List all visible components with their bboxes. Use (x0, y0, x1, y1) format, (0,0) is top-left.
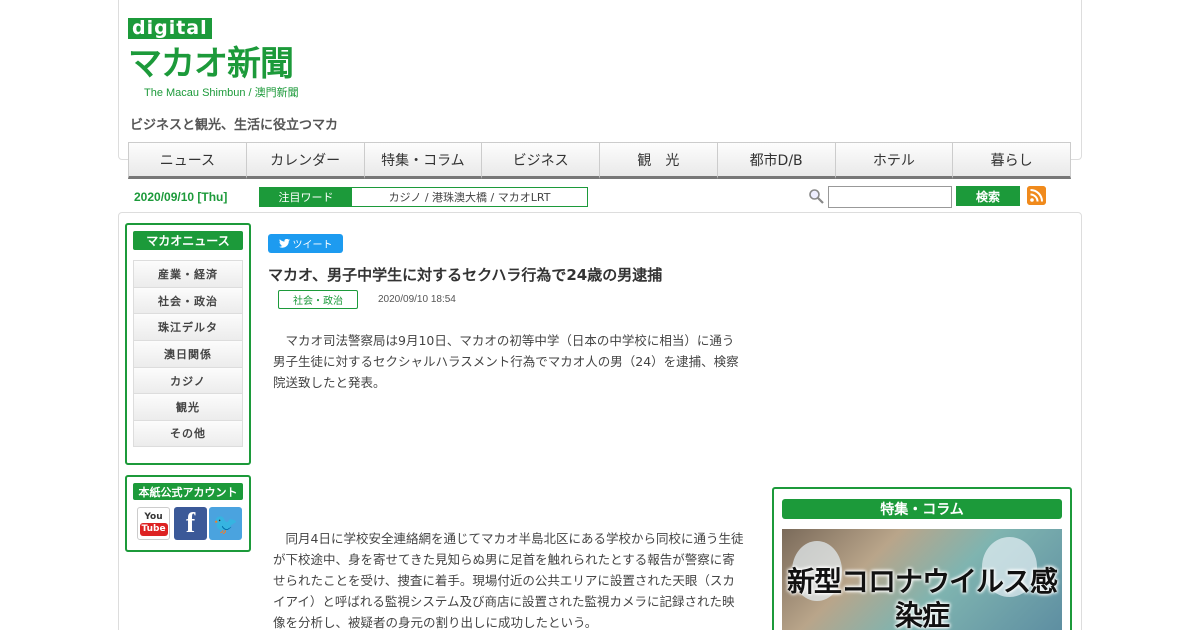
keyword-label: 注目ワード (260, 188, 352, 206)
sidebar-item-other[interactable]: その他 (133, 420, 243, 447)
sidebar-item-casino[interactable]: カジノ (133, 366, 243, 394)
tweet-button[interactable]: ツイート (268, 234, 343, 253)
nav-item-hotel[interactable]: ホテル (834, 142, 953, 179)
macau-news-list: 産業・経済 社会・政治 珠江デルタ 澳日関係 カジノ 観光 その他 (133, 260, 243, 447)
nav-item-living[interactable]: 暮らし (952, 142, 1071, 179)
rss-icon[interactable] (1027, 186, 1046, 205)
article-title: マカオ、男子中学生に対するセクハラ行為で24歳の男逮捕 (268, 266, 663, 284)
macau-news-heading: マカオニュース (133, 231, 243, 250)
nav-item-business[interactable]: ビジネス (481, 142, 599, 179)
logo-title: マカオ新聞 (128, 42, 330, 86)
article-paragraph-2: 同月4日に学校安全連絡網を通じてマカオ半島北区にある学校から同校に通う生徒が下校… (273, 531, 744, 630)
keyword-bar: 注目ワード カジノ / 港珠澳大橋 / マカオLRT (259, 187, 588, 207)
nav-item-news[interactable]: ニュース (128, 142, 246, 179)
nav-item-city-db[interactable]: 都市D/B (716, 142, 835, 179)
official-accounts-heading: 本紙公式アカウント (133, 483, 243, 500)
sidebar-item-industry-economy[interactable]: 産業・経済 (133, 260, 243, 287)
current-date: 2020/09/10 [Thu] (134, 190, 228, 204)
macau-news-box: マカオニュース 産業・経済 社会・政治 珠江デルタ 澳日関係 カジノ 観光 その… (125, 223, 251, 465)
feature-column-heading: 特集・コラム (782, 499, 1062, 519)
twitter-icon[interactable]: 🐦 (209, 507, 242, 540)
feature-banner-text: 新型コロナウイルス感染症 (786, 565, 1058, 630)
sidebar-item-tourism[interactable]: 観光 (133, 393, 243, 421)
search-icon (809, 189, 824, 204)
logo-subtitle: The Macau Shimbun / 澳門新聞 (144, 87, 299, 99)
logo-digital: digital (128, 18, 212, 39)
nav-item-features[interactable]: 特集・コラム (363, 142, 482, 179)
feature-column-box: 特集・コラム 新型コロナウイルス感染症 (772, 487, 1072, 630)
category-badge[interactable]: 社会・政治 (278, 290, 358, 309)
tagline: ビジネスと観光、生活に役立つマカ (130, 118, 339, 133)
youtube-icon[interactable]: You Tube (137, 507, 170, 540)
main-nav: ニュース カレンダー 特集・コラム ビジネス 観 光 都市D/B ホテル 暮らし (128, 142, 1071, 182)
site-logo[interactable]: digital マカオ新聞 The Macau Shimbun / 澳門新聞 (128, 18, 346, 102)
tweet-label: ツイート (292, 240, 333, 251)
search-button[interactable]: 検索 (956, 186, 1020, 206)
article-timestamp: 2020/09/10 18:54 (378, 294, 456, 305)
official-accounts-box: 本紙公式アカウント You Tube f 🐦 (125, 475, 251, 552)
nav-item-tourism[interactable]: 観 光 (599, 142, 717, 179)
article-paragraph-1: マカオ司法警察局は9月10日、マカオの初等中学（日本の中学校に相当）に通う男子生… (273, 333, 739, 390)
nav-item-calendar[interactable]: カレンダー (245, 142, 364, 179)
search-input[interactable] (828, 186, 952, 208)
page: digital マカオ新聞 The Macau Shimbun / 澳門新聞 ビ… (0, 0, 1200, 630)
feature-banner-image[interactable]: 新型コロナウイルス感染症 (782, 529, 1062, 630)
sidebar-item-pearl-river-delta[interactable]: 珠江デルタ (133, 313, 243, 341)
sidebar-item-society-politics[interactable]: 社会・政治 (133, 286, 243, 314)
youtube-icon-top: You (144, 511, 163, 522)
facebook-icon[interactable]: f (174, 507, 207, 540)
twitter-bird-icon (278, 239, 290, 248)
sidebar-item-macau-japan[interactable]: 澳日関係 (133, 340, 243, 367)
youtube-icon-bottom: Tube (139, 522, 168, 536)
keyword-links[interactable]: カジノ / 港珠澳大橋 / マカオLRT (352, 188, 587, 206)
